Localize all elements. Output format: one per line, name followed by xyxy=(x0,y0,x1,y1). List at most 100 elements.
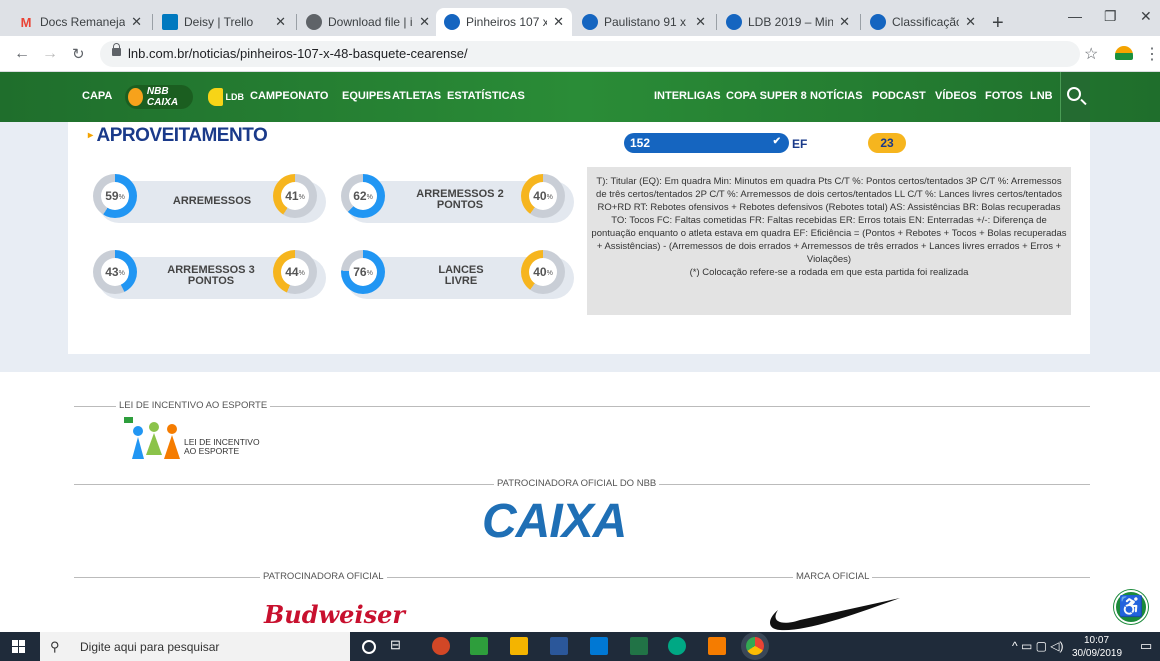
nav-fotos[interactable]: FOTOS xyxy=(985,90,1023,102)
close-icon[interactable]: ✕ xyxy=(275,14,286,30)
taskbar-search-placeholder: Digite aqui para pesquisar xyxy=(80,640,220,654)
nav-campeonato[interactable]: CAMPEONATO xyxy=(250,90,328,102)
svg-text:AO ESPORTE: AO ESPORTE xyxy=(184,446,239,456)
close-icon[interactable]: ✕ xyxy=(965,14,976,30)
menu-kebab-icon[interactable]: ⋮ xyxy=(1144,44,1160,64)
ring-value: 43% xyxy=(101,258,129,286)
ring-value: 59% xyxy=(101,182,129,210)
tab-title: Classificação – Lig xyxy=(892,15,960,29)
official-brand-heading: MARCA OFICIAL xyxy=(793,571,873,582)
bookmark-star-icon[interactable]: ☆ xyxy=(1084,44,1098,64)
url-text: lnb.com.br/noticias/pinheiros-107-x-48-b… xyxy=(128,46,468,61)
new-tab-button[interactable]: + xyxy=(992,12,1004,35)
lnb-icon xyxy=(726,14,742,30)
outlook-icon[interactable] xyxy=(590,637,608,655)
nbb-sponsor-heading: PATROCINADORA OFICIAL DO NBB xyxy=(494,478,660,489)
tab-title: LDB 2019 – Minas xyxy=(748,15,834,29)
ring-value: 44% xyxy=(281,258,309,286)
made-pct-ring: 59% xyxy=(93,174,137,218)
search-icon xyxy=(1067,87,1081,101)
made-pct-ring: 62% xyxy=(341,174,385,218)
close-icon[interactable]: ✕ xyxy=(553,14,564,30)
lnb-icon xyxy=(582,14,598,30)
back-icon[interactable]: ← xyxy=(14,45,30,63)
chrome-icon[interactable] xyxy=(746,637,764,655)
ring-value: 62% xyxy=(349,182,377,210)
powerpoint-icon[interactable] xyxy=(432,637,450,655)
app-icon[interactable] xyxy=(708,637,726,655)
caixa-logo[interactable]: CAIXA xyxy=(482,494,627,549)
ldb-logo[interactable]: LDB xyxy=(208,85,244,109)
nav-interligas[interactable]: INTERLIGAS xyxy=(654,90,721,102)
nav-noticias[interactable]: NOTÍCIAS xyxy=(810,90,863,102)
taskbar-search[interactable]: ⚲ Digite aqui para pesquisar xyxy=(40,632,350,661)
minimize-icon[interactable]: — xyxy=(1068,8,1082,24)
official-sponsor-heading: PATROCINADORA OFICIAL xyxy=(260,571,387,582)
nav-lnb[interactable]: LNB xyxy=(1030,90,1053,102)
made-pct-ring: 76% xyxy=(341,250,385,294)
windows-start-icon[interactable] xyxy=(12,640,25,653)
nav-equipes[interactable]: EQUIPES xyxy=(342,90,391,102)
notifications-icon[interactable]: ▭ xyxy=(1140,638,1152,654)
ring-value: 41% xyxy=(281,182,309,210)
address-bar: ← → ↻ lnb.com.br/noticias/pinheiros-107-… xyxy=(0,36,1160,72)
ring-value: 40% xyxy=(529,258,557,286)
nav-capa[interactable]: CAPA xyxy=(82,90,112,102)
player-select[interactable]: 152 ✔ xyxy=(624,133,789,153)
forward-icon[interactable]: → xyxy=(42,45,58,63)
tab-ldb[interactable]: LDB 2019 – Minas ✕ xyxy=(718,8,858,36)
close-window-icon[interactable]: ✕ xyxy=(1140,8,1152,25)
whatsapp-icon[interactable] xyxy=(668,637,686,655)
site-search-button[interactable] xyxy=(1060,72,1090,122)
browser-tab-bar: M Docs Remanejame ✕ Deisy | Trello ✕ Downl… xyxy=(0,0,1160,36)
missed-pct-ring: 44% xyxy=(273,250,317,294)
tab-title: Pinheiros 107 x 48 xyxy=(466,15,548,29)
stat-label: ARREMESSOS xyxy=(172,195,252,207)
maximize-icon[interactable]: ❐ xyxy=(1104,8,1117,25)
trello-icon xyxy=(162,14,178,30)
lei-heading: LEI DE INCENTIVO AO ESPORTE xyxy=(116,400,271,411)
budweiser-logo[interactable]: Budweiser xyxy=(264,600,405,629)
excel-icon[interactable] xyxy=(630,637,648,655)
tab-classificacao[interactable]: Classificação – Lig ✕ xyxy=(862,8,984,36)
clock-time: 10:07 xyxy=(1084,635,1110,646)
download-icon xyxy=(306,14,322,30)
tab-download[interactable]: Download file | iLo ✕ xyxy=(298,8,438,36)
nike-swoosh-logo[interactable] xyxy=(766,596,902,632)
lei-incentivo-logo[interactable]: LEI DE INCENTIVO AO ESPORTE xyxy=(124,415,284,470)
system-tray-icons[interactable]: ^ ▭ ▢ ◁) xyxy=(1012,639,1064,653)
tab-docs[interactable]: M Docs Remanejame ✕ xyxy=(10,8,150,36)
nbb-caixa-logo[interactable]: NBB CAIXA xyxy=(125,85,193,109)
nav-videos[interactable]: VÍDEOS xyxy=(935,90,977,102)
url-field[interactable]: lnb.com.br/noticias/pinheiros-107-x-48-b… xyxy=(100,41,1080,67)
close-icon[interactable]: ✕ xyxy=(839,14,850,30)
reload-icon[interactable]: ↻ xyxy=(72,45,85,63)
tab-pinheiros[interactable]: Pinheiros 107 x 48 ✕ xyxy=(436,8,572,36)
close-icon[interactable]: ✕ xyxy=(695,14,706,30)
clock-date: 30/09/2019 xyxy=(1072,648,1123,659)
extension-icon[interactable] xyxy=(1115,46,1133,60)
nav-podcast[interactable]: PODCAST xyxy=(872,90,926,102)
gmail-icon: M xyxy=(20,14,32,30)
task-view-icon[interactable]: ⊟ xyxy=(390,637,408,655)
missed-pct-ring: 41% xyxy=(273,174,317,218)
lock-icon xyxy=(112,43,121,56)
sway-icon[interactable] xyxy=(470,637,488,655)
nav-copa-super8[interactable]: COPA SUPER 8 xyxy=(726,90,807,102)
word-icon[interactable] xyxy=(550,637,568,655)
file-explorer-icon[interactable] xyxy=(510,637,528,655)
accessibility-icon[interactable]: ♿ xyxy=(1114,590,1148,624)
tab-trello[interactable]: Deisy | Trello ✕ xyxy=(154,8,294,36)
ef-value: 23 xyxy=(868,133,906,153)
missed-pct-ring: 40% xyxy=(521,174,565,218)
tab-paulistano[interactable]: Paulistano 91 x 43 ✕ xyxy=(574,8,714,36)
lnb-icon xyxy=(870,14,886,30)
close-icon[interactable]: ✕ xyxy=(419,14,430,30)
stats-legend: T): Titular (EQ): Em quadra Min: Minutos… xyxy=(587,167,1071,315)
nav-atletas[interactable]: ATLETAS xyxy=(392,90,441,102)
close-icon[interactable]: ✕ xyxy=(131,14,142,30)
windows-taskbar: ⚲ Digite aqui para pesquisar ⊟ ^ ▭ ▢ ◁) … xyxy=(0,632,1160,661)
made-pct-ring: 43% xyxy=(93,250,137,294)
cortana-icon[interactable] xyxy=(362,640,376,654)
nav-estatisticas[interactable]: ESTATÍSTICAS xyxy=(447,90,525,102)
